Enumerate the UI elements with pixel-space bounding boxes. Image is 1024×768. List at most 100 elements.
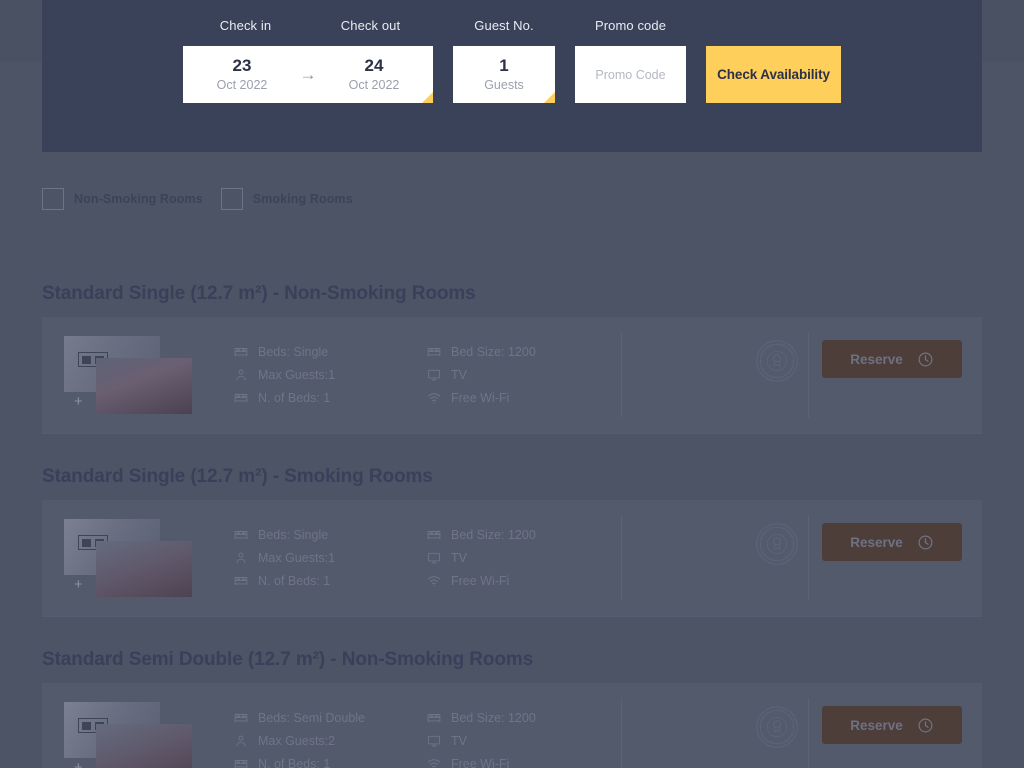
room-title: Standard Single (12.7 m²) - Smoking Room… xyxy=(42,466,433,487)
non-smoking-rooms-label: Non-Smoking Rooms xyxy=(74,192,203,206)
reserve-button[interactable]: Reserve xyxy=(822,340,962,378)
bed-icon xyxy=(234,528,248,542)
room-spec: Free Wi-Fi xyxy=(427,757,607,768)
bed-icon xyxy=(234,391,248,405)
room-spec: Max Guests:2 xyxy=(234,734,414,748)
room-spec-text: Free Wi-Fi xyxy=(451,391,510,405)
gallery-expand-icon[interactable]: + xyxy=(74,394,83,409)
room-gap xyxy=(0,434,1024,466)
bed-icon xyxy=(234,711,248,725)
tv-icon xyxy=(427,734,441,748)
room-card[interactable]: + Beds: Semi Double Max Guests:2 N. of Beds… xyxy=(42,683,982,768)
check-out-day: 24 xyxy=(364,56,384,75)
room-spec-text: N. of Beds: 1 xyxy=(258,757,331,768)
room-specs-primary: Beds: Semi Double Max Guests:2 N. of Beds:… xyxy=(234,711,414,768)
filter-smoking-rooms[interactable]: Smoking Rooms xyxy=(220,188,353,210)
person-icon xyxy=(234,551,248,565)
bed-icon xyxy=(234,345,248,359)
room-spec-text: Bed Size: 1200 xyxy=(451,528,536,542)
room-spec: TV xyxy=(427,551,607,565)
smoking-rooms-label: Smoking Rooms xyxy=(252,192,353,206)
clock-icon xyxy=(917,534,934,551)
room-spec: TV xyxy=(427,734,607,748)
card-divider-1 xyxy=(621,698,622,768)
non-smoking-rooms-checkbox[interactable] xyxy=(42,188,64,210)
room-card[interactable]: + Beds: Single Max Guests:1 N. of Beds: 1 Be… xyxy=(42,317,982,433)
filter-non-smoking-rooms[interactable]: Non-Smoking Rooms xyxy=(42,188,203,210)
room-spec-text: Beds: Single xyxy=(258,528,329,542)
room-spec-text: TV xyxy=(451,368,467,382)
room-filters: Non-Smoking Rooms Smoking Rooms xyxy=(42,188,353,210)
card-divider-2 xyxy=(808,332,809,418)
reserve-button-label: Reserve xyxy=(850,717,903,733)
room-spec-text: Max Guests:1 xyxy=(258,551,336,565)
bed-icon xyxy=(234,574,248,588)
room-spec: Beds: Semi Double xyxy=(234,711,414,725)
room-thumbnail-gallery[interactable]: + xyxy=(64,336,192,414)
booking-widget-panel: Check in Check out 23 Oct 2022 → 24 Oct … xyxy=(42,0,982,152)
date-range-input[interactable]: 23 Oct 2022 → 24 Oct 2022 xyxy=(183,46,433,103)
bed-icon xyxy=(427,711,441,725)
room-spec: Max Guests:1 xyxy=(234,551,414,565)
guest-number-input[interactable]: 1 Guests xyxy=(453,46,555,103)
bed-icon xyxy=(234,757,248,768)
card-divider-2 xyxy=(808,698,809,768)
promo-code-box[interactable] xyxy=(575,46,686,103)
room-spec-text: TV xyxy=(451,551,467,565)
room-specs-secondary: Bed Size: 1200 TV Free Wi-Fi xyxy=(427,528,607,588)
room-spec: Bed Size: 1200 xyxy=(427,528,607,542)
room-spec-text: N. of Beds: 1 xyxy=(258,574,331,588)
person-icon xyxy=(234,368,248,382)
guest-count-caption: Guests xyxy=(484,78,524,92)
check-availability-button[interactable]: Check Availability xyxy=(706,46,841,103)
check-in-month: Oct 2022 xyxy=(216,78,268,92)
svg-text:GUARANTEE: GUARANTEE xyxy=(759,732,795,747)
room-spec-text: Free Wi-Fi xyxy=(451,574,510,588)
room-spec-text: Max Guests:2 xyxy=(258,734,336,748)
gallery-expand-icon[interactable]: + xyxy=(74,577,83,592)
bed-icon xyxy=(427,345,441,359)
tv-icon xyxy=(427,551,441,565)
best-price-guarantee-seal: BEST PRICEGUARANTEE xyxy=(756,523,798,565)
date-corner-marker xyxy=(422,92,433,103)
booking-fields-row: Check in Check out 23 Oct 2022 → 24 Oct … xyxy=(42,18,982,103)
reserve-button[interactable]: Reserve xyxy=(822,706,962,744)
wifi-icon xyxy=(427,757,441,768)
room-spec: Free Wi-Fi xyxy=(427,391,607,405)
reserve-button[interactable]: Reserve xyxy=(822,523,962,561)
room-specs-secondary: Bed Size: 1200 TV Free Wi-Fi xyxy=(427,345,607,405)
room-spec: N. of Beds: 1 xyxy=(234,574,414,588)
guest-number-group: Guest No. 1 Guests xyxy=(453,18,555,103)
bed-icon xyxy=(427,528,441,542)
room-gap xyxy=(0,617,1024,649)
wifi-icon xyxy=(427,391,441,405)
room-spec-text: Free Wi-Fi xyxy=(451,757,510,768)
room-spec-text: TV xyxy=(451,734,467,748)
room-spec-text: Bed Size: 1200 xyxy=(451,345,536,359)
promo-code-input[interactable] xyxy=(575,46,686,103)
room-specs-primary: Beds: Single Max Guests:1 N. of Beds: 1 xyxy=(234,345,414,405)
best-price-guarantee-seal: BEST PRICEGUARANTEE xyxy=(756,340,798,382)
guest-number-label: Guest No. xyxy=(474,18,534,33)
gallery-expand-icon[interactable]: + xyxy=(74,760,83,768)
check-in-day: 23 xyxy=(232,56,252,75)
reserve-button-label: Reserve xyxy=(850,351,903,367)
room-card[interactable]: + Beds: Single Max Guests:1 N. of Beds: 1 Be… xyxy=(42,500,982,616)
guest-count-value: 1 xyxy=(499,56,509,75)
date-range-group: Check in Check out 23 Oct 2022 → 24 Oct … xyxy=(183,18,433,103)
room-spec: N. of Beds: 1 xyxy=(234,391,414,405)
card-divider-2 xyxy=(808,515,809,601)
promo-code-label: Promo code xyxy=(594,18,667,33)
room-list: Standard Single (12.7 m²) - Non-Smoking … xyxy=(0,283,1024,768)
check-in-value[interactable]: 23 Oct 2022 xyxy=(192,55,292,94)
room-spec: Free Wi-Fi xyxy=(427,574,607,588)
person-icon xyxy=(234,734,248,748)
room-specs-secondary: Bed Size: 1200 TV Free Wi-Fi xyxy=(427,711,607,768)
smoking-rooms-checkbox[interactable] xyxy=(220,188,243,210)
room-thumbnail-gallery[interactable]: + xyxy=(64,702,192,768)
room-thumbnail-gallery[interactable]: + xyxy=(64,519,192,597)
room-spec: N. of Beds: 1 xyxy=(234,757,414,768)
svg-text:GUARANTEE: GUARANTEE xyxy=(759,549,795,564)
check-out-value[interactable]: 24 Oct 2022 xyxy=(324,55,424,94)
room-spec-text: Bed Size: 1200 xyxy=(451,711,536,725)
